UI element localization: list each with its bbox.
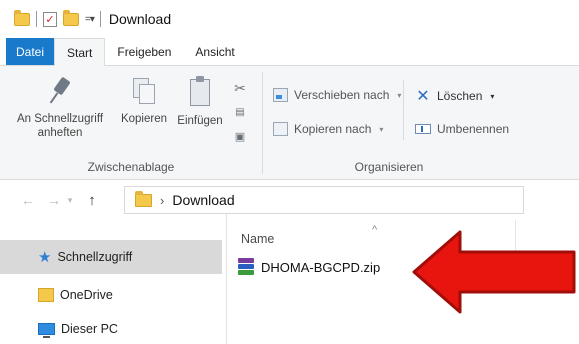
nav-item-label: Schnellzugriff bbox=[57, 250, 133, 264]
cut-icon[interactable]: ✂ bbox=[232, 80, 248, 96]
tab-datei[interactable]: Datei bbox=[6, 38, 55, 65]
nav-item-dieser-pc[interactable]: Dieser PC bbox=[0, 312, 222, 344]
tab-freigeben[interactable]: Freigeben bbox=[105, 38, 183, 65]
nav-item-schnellzugriff[interactable]: ★ Schnellzugriff bbox=[0, 240, 222, 274]
move-to-label: Verschieben nach bbox=[294, 88, 390, 102]
copy-icon bbox=[131, 76, 157, 106]
pc-icon bbox=[38, 323, 55, 338]
copy-to-icon bbox=[273, 122, 288, 136]
title-bar: ✓ =▾ Download bbox=[0, 0, 579, 38]
pin-label-line2: anheften bbox=[37, 127, 83, 139]
tab-start[interactable]: Start bbox=[54, 38, 106, 66]
address-bar[interactable]: › Download bbox=[124, 186, 524, 214]
red-pointer-arrow bbox=[412, 230, 576, 314]
chevron-down-icon: ▾ bbox=[490, 91, 495, 101]
nav-item-label: OneDrive bbox=[60, 288, 113, 302]
copy-to-button[interactable]: Kopieren nach ▾ bbox=[273, 122, 383, 136]
delete-label: Löschen bbox=[437, 89, 483, 103]
breadcrumb-download[interactable]: Download bbox=[172, 192, 234, 208]
paste-shortcut-icon[interactable]: ▣ bbox=[232, 128, 248, 144]
navigation-bar: ← → ▾ ↑ › Download bbox=[0, 186, 579, 214]
paste-button[interactable]: Einfügen bbox=[172, 76, 228, 128]
nav-item-label: Dieser PC bbox=[61, 322, 118, 336]
quick-access-toolbar: ✓ =▾ bbox=[14, 9, 101, 27]
list-item[interactable]: DHOMA-BGCPD.zip bbox=[237, 258, 380, 276]
divider bbox=[403, 80, 404, 140]
rename-icon bbox=[415, 124, 431, 134]
rename-button[interactable]: Umbenennen bbox=[415, 122, 509, 136]
pin-label-line1: An Schnellzugriff bbox=[16, 113, 104, 125]
file-name: DHOMA-BGCPD.zip bbox=[261, 259, 381, 275]
copy-label: Kopieren bbox=[120, 113, 168, 125]
copy-to-label: Kopieren nach bbox=[294, 122, 372, 136]
delete-x-icon: ✕ bbox=[416, 88, 430, 105]
sort-ascending-caret-icon: ^ bbox=[372, 224, 378, 236]
move-to-button[interactable]: Verschieben nach ▾ bbox=[273, 88, 401, 102]
pin-icon bbox=[49, 76, 71, 106]
properties-check-icon[interactable]: ✓ bbox=[43, 11, 57, 27]
arrow-shape bbox=[412, 230, 576, 314]
recent-locations-chevron-icon[interactable]: ▾ bbox=[64, 195, 76, 206]
chevron-down-icon: ▾ bbox=[379, 124, 384, 134]
ribbon: An Schnellzugriff anheften Kopieren Einf… bbox=[0, 66, 579, 180]
organize-group-label: Organisieren bbox=[354, 160, 424, 174]
column-header-name[interactable]: Name bbox=[241, 232, 274, 246]
organize-group: Verschieben nach ▾ Kopieren nach ▾ ✕ Lös… bbox=[263, 66, 579, 180]
new-folder-icon[interactable] bbox=[63, 9, 79, 26]
back-arrow-icon[interactable]: ← bbox=[18, 192, 38, 208]
breadcrumb-chevron-icon[interactable]: › bbox=[160, 193, 164, 208]
winrar-archive-icon bbox=[237, 258, 255, 276]
star-icon: ★ bbox=[38, 249, 52, 266]
nav-item-onedrive[interactable]: OneDrive bbox=[0, 278, 222, 312]
rename-label: Umbenennen bbox=[437, 122, 510, 136]
up-arrow-icon[interactable]: ↑ bbox=[82, 192, 102, 209]
pin-quick-access-button[interactable]: An Schnellzugriff anheften bbox=[4, 76, 116, 140]
forward-arrow-icon[interactable]: → bbox=[44, 192, 64, 208]
chevron-down-icon: ▾ bbox=[397, 90, 402, 100]
clipboard-group-label: Zwischenablage bbox=[87, 160, 175, 174]
delete-button[interactable]: ✕ Löschen ▾ bbox=[415, 88, 495, 105]
onedrive-icon bbox=[38, 288, 54, 302]
ribbon-tabs: Datei Start Freigeben Ansicht bbox=[0, 38, 579, 66]
navigation-pane: ★ Schnellzugriff OneDrive Dieser PC bbox=[0, 214, 222, 344]
paste-icon bbox=[187, 76, 213, 108]
separator bbox=[36, 11, 37, 27]
clipboard-group: An Schnellzugriff anheften Kopieren Einf… bbox=[0, 66, 262, 180]
move-to-icon bbox=[273, 88, 288, 102]
folder-icon bbox=[14, 9, 30, 26]
customize-toolbar-dropdown-icon[interactable]: =▾ bbox=[85, 14, 95, 25]
copy-path-icon[interactable]: ▤ bbox=[232, 104, 248, 120]
paste-label: Einfügen bbox=[177, 115, 223, 127]
folder-icon bbox=[135, 190, 152, 207]
window-title: Download bbox=[108, 11, 172, 27]
copy-button[interactable]: Kopieren bbox=[116, 76, 172, 126]
tab-ansicht[interactable]: Ansicht bbox=[183, 38, 246, 65]
separator bbox=[99, 11, 101, 27]
